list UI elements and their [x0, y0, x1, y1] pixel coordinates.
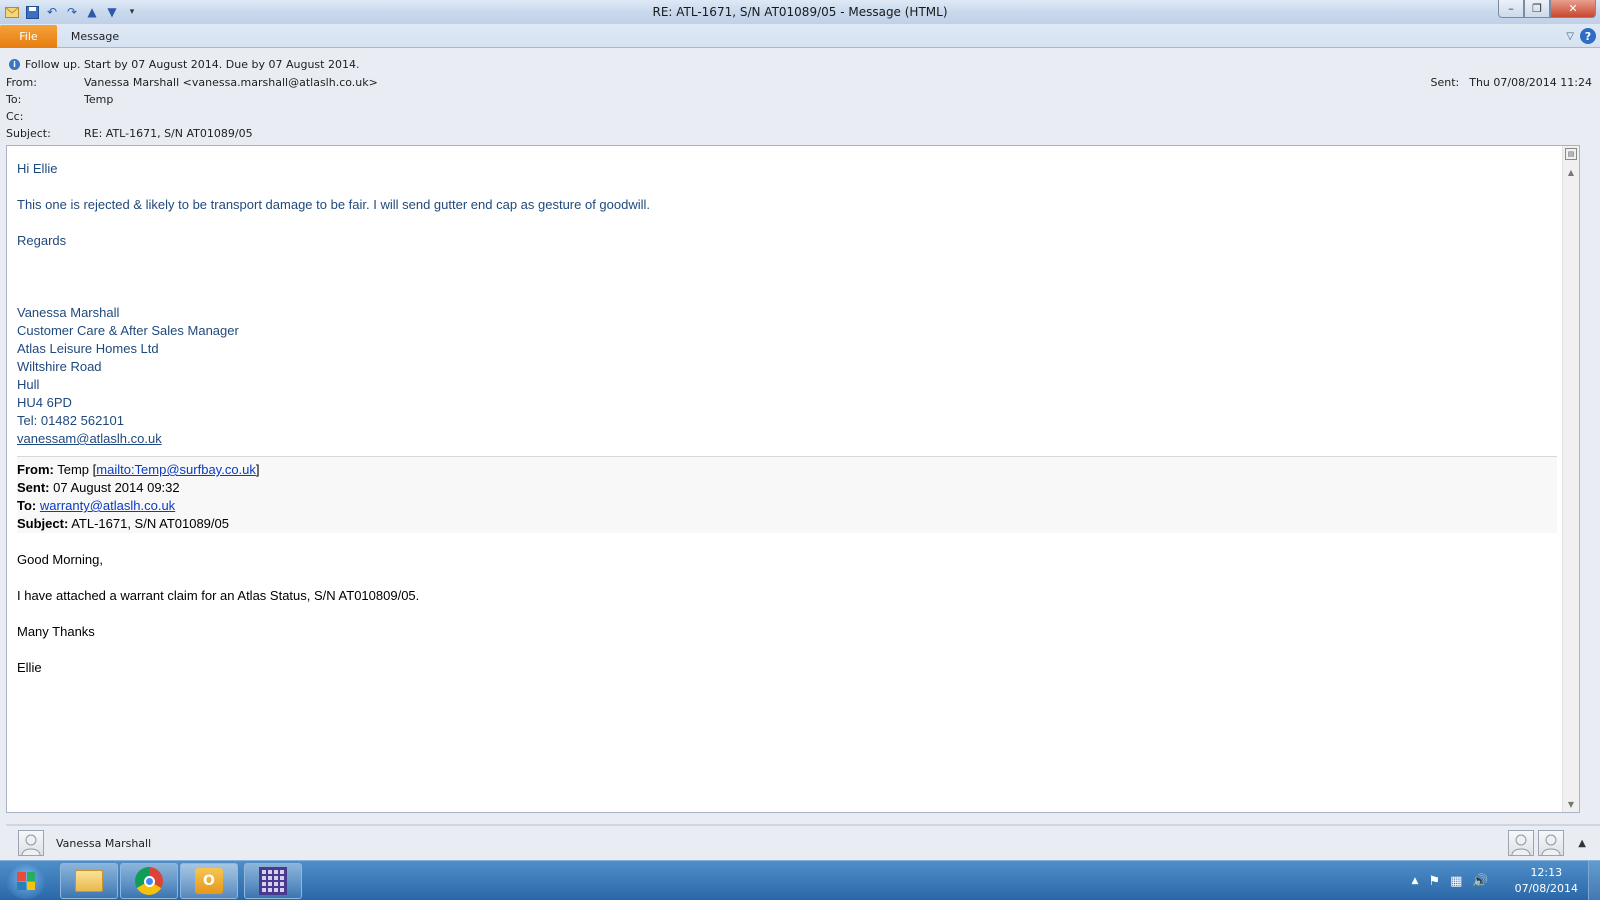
signature-name: Vanessa Marshall: [17, 305, 120, 320]
quoted-sent-value: 07 August 2014 09:32: [53, 480, 180, 495]
view-page-icon[interactable]: ▤: [1565, 148, 1577, 160]
volume-icon[interactable]: 🔊: [1472, 874, 1488, 889]
message-body[interactable]: Hi Ellie This one is rejected & likely t…: [6, 145, 1580, 813]
taskbar-chrome[interactable]: [120, 863, 178, 899]
clock[interactable]: 12:13 07/08/2014: [1515, 865, 1578, 897]
signature-email-link[interactable]: vanessam@atlaslh.co.uk: [17, 431, 162, 446]
people-pane: Vanessa Marshall ▲: [6, 824, 1600, 860]
quoted-subject-value: ATL-1671, S/N AT01089/05: [71, 516, 229, 531]
message-text: This one is rejected & likely to be tran…: [17, 197, 651, 212]
regards: Regards: [17, 233, 67, 248]
signature-tel: Tel: 01482 562101: [17, 413, 124, 428]
network-icon[interactable]: ▦: [1450, 874, 1462, 889]
close-button[interactable]: ✕: [1550, 0, 1596, 18]
quoted-signoff: Ellie: [17, 660, 42, 675]
cc-label: Cc:: [6, 110, 24, 123]
from-value[interactable]: Vanessa Marshall <vanessa.marshall@atlas…: [84, 76, 378, 89]
clock-date: 07/08/2014: [1514, 882, 1578, 895]
from-label: From:: [6, 76, 37, 89]
window-title: RE: ATL-1671, S/N AT01089/05 - Message (…: [652, 5, 948, 19]
quoted-from-link[interactable]: mailto:Temp@surfbay.co.uk: [96, 462, 256, 477]
quoted-subject-label: Subject:: [17, 516, 69, 531]
outlook-icon: O: [195, 868, 223, 894]
sender-avatar[interactable]: [18, 830, 44, 856]
system-tray: ▲ ⚑ ▦ 🔊 12:13 07/08/2014: [1412, 861, 1600, 900]
scroll-down-arrow-icon[interactable]: ▼: [1563, 796, 1579, 812]
quoted-sent-label: Sent:: [17, 480, 50, 495]
taskbar: O ▲ ⚑ ▦ 🔊 12:13 07/08/2014: [0, 860, 1600, 900]
subject-label: Subject:: [6, 127, 51, 140]
chrome-icon: [135, 867, 163, 895]
follow-up-text: Follow up. Start by 07 August 2014. Due …: [25, 58, 360, 71]
taskbar-explorer[interactable]: [60, 863, 118, 899]
clock-time: 12:13: [1530, 866, 1563, 879]
action-center-flag-icon[interactable]: ⚑: [1428, 874, 1440, 889]
person-icon: [18, 830, 44, 856]
to-label: To:: [6, 93, 22, 106]
sent-label: Sent:: [1430, 76, 1460, 89]
tab-file[interactable]: File: [0, 25, 57, 48]
message-content: Hi Ellie This one is rejected & likely t…: [17, 160, 1557, 695]
people-pane-controls: ▲: [1508, 830, 1586, 856]
show-hidden-icons-icon[interactable]: ▲: [1412, 876, 1419, 886]
start-button[interactable]: [6, 863, 46, 899]
subject-row: Subject: RE: ATL-1671, S/N AT01089/05: [6, 127, 253, 140]
quoted-to-label: To:: [17, 498, 37, 513]
minimize-button[interactable]: –: [1498, 0, 1524, 18]
ribbon-tabs: File Message ▽ ?: [0, 24, 1600, 48]
calendar-grid-icon: [259, 867, 287, 895]
follow-up-infobar[interactable]: i Follow up. Start by 07 August 2014. Du…: [9, 58, 359, 71]
signature-role: Customer Care & After Sales Manager: [17, 323, 239, 338]
windows-logo-icon: [17, 872, 35, 890]
quoted-from-label: From:: [17, 462, 54, 477]
quoted-to-link[interactable]: warranty@atlaslh.co.uk: [40, 498, 175, 513]
from-row: From: Vanessa Marshall <vanessa.marshall…: [6, 76, 378, 89]
scroll-up-arrow-icon[interactable]: ▲: [1563, 164, 1579, 180]
message-header: i Follow up. Start by 07 August 2014. Du…: [0, 49, 1600, 145]
signature-postcode: HU4 6PD: [17, 395, 72, 410]
to-value[interactable]: Temp: [84, 93, 113, 106]
title-bar: ↶ ↷ ▲ ▼ ▾ RE: ATL-1671, S/N AT01089/05 -…: [0, 0, 1600, 24]
show-desktop-button[interactable]: [1588, 861, 1600, 900]
window-controls: – ❐ ✕: [1498, 0, 1596, 18]
greeting: Hi Ellie: [17, 161, 58, 176]
signature-company: Atlas Leisure Homes Ltd: [17, 341, 159, 356]
restore-button[interactable]: ❐: [1524, 0, 1550, 18]
quoted-thanks: Many Thanks: [17, 624, 95, 639]
info-icon: i: [9, 59, 20, 70]
signature-street: Wiltshire Road: [17, 359, 102, 374]
signature: Vanessa Marshall Customer Care & After S…: [17, 304, 1557, 448]
quoted-from-name: Temp: [57, 462, 90, 477]
person-icon[interactable]: [1508, 830, 1535, 856]
quoted-header: From: Temp [mailto:Temp@surfbay.co.uk] S…: [17, 457, 1557, 533]
vertical-scrollbar[interactable]: ▤ ▲ ▼: [1562, 146, 1579, 812]
tab-message[interactable]: Message: [60, 25, 130, 48]
sent-row: Sent: Thu 07/08/2014 11:24: [1430, 76, 1592, 89]
quoted-message: I have attached a warrant claim for an A…: [17, 588, 420, 603]
expand-people-pane-icon[interactable]: ▲: [1578, 838, 1586, 849]
to-row: To: Temp: [6, 93, 113, 106]
subject-value: RE: ATL-1671, S/N AT01089/05: [84, 127, 253, 140]
taskbar-app-grid[interactable]: [244, 863, 302, 899]
minimize-ribbon-icon[interactable]: ▽: [1566, 31, 1574, 42]
cc-row: Cc:: [6, 110, 84, 123]
taskbar-outlook[interactable]: O: [180, 863, 238, 899]
person-icon[interactable]: [1538, 830, 1565, 856]
sent-value: Thu 07/08/2014 11:24: [1469, 76, 1592, 89]
ribbon-right-controls: ▽ ?: [1566, 28, 1596, 44]
folder-icon: [75, 870, 103, 892]
people-pane-name[interactable]: Vanessa Marshall: [56, 837, 151, 850]
help-icon[interactable]: ?: [1580, 28, 1596, 44]
quoted-greeting: Good Morning,: [17, 552, 103, 567]
signature-city: Hull: [17, 377, 40, 392]
